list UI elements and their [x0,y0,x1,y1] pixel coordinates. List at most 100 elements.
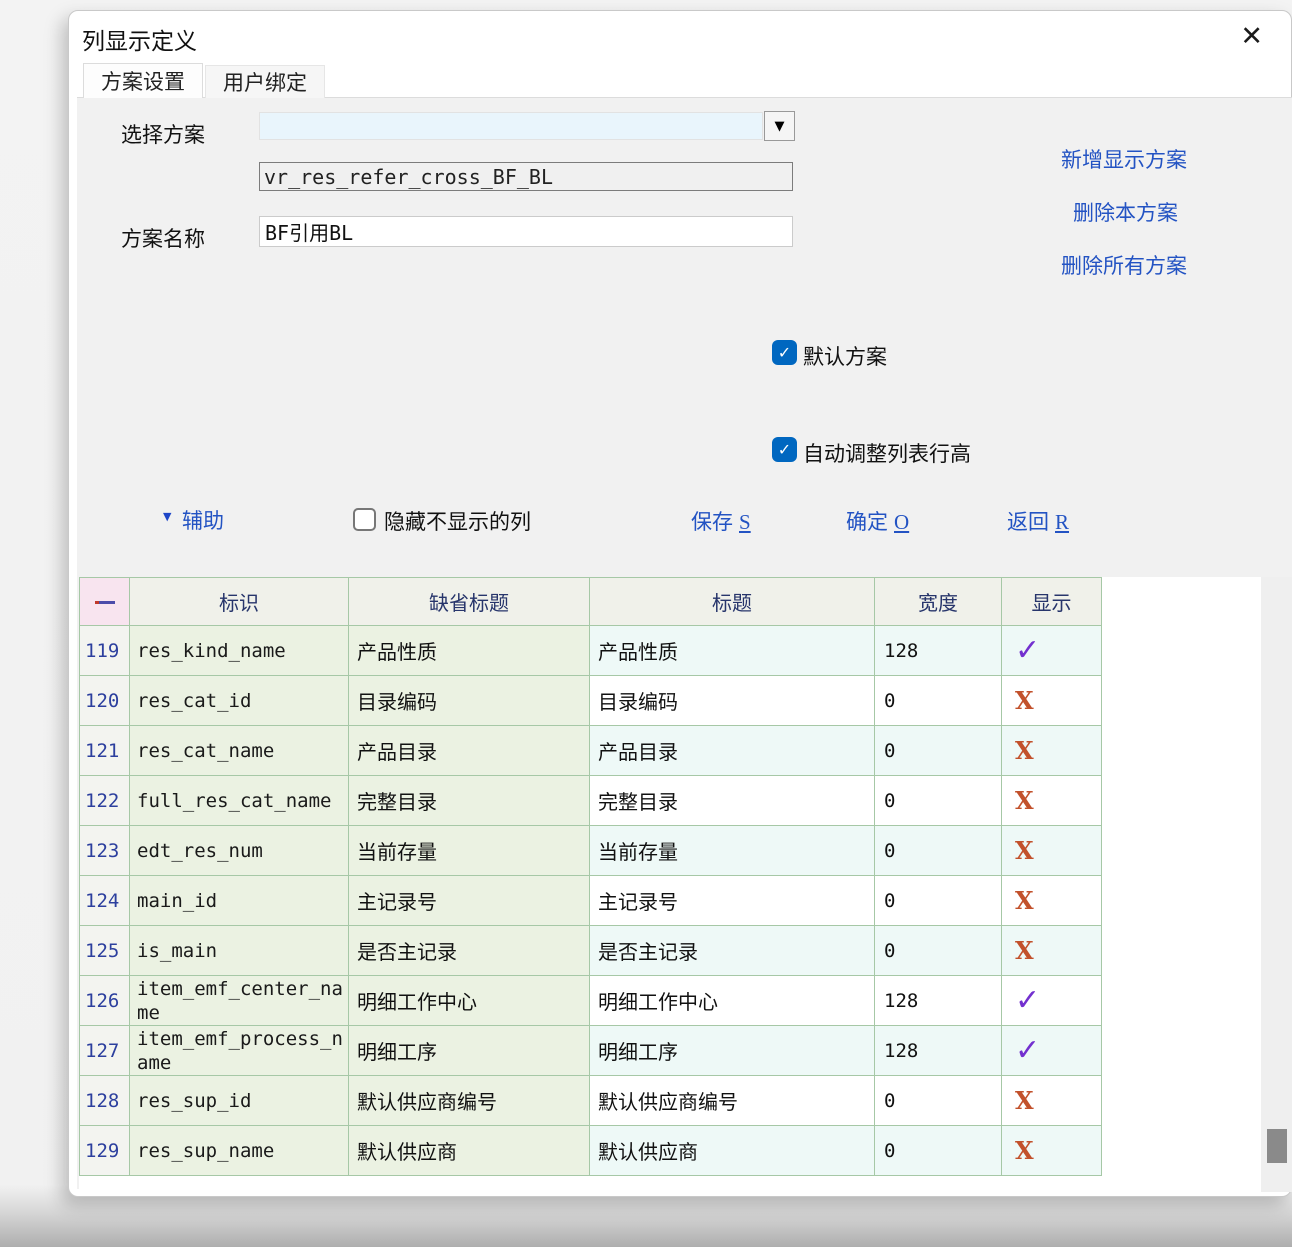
title-cell[interactable]: 主记录号 [590,876,875,926]
width-cell[interactable]: 0 [875,826,1002,876]
close-icon[interactable]: ✕ [1240,19,1263,55]
title-cell[interactable]: 明细工序 [590,1026,875,1076]
header-default-title[interactable]: 缺省标题 [349,578,590,626]
title-cell[interactable]: 默认供应商 [590,1126,875,1176]
visible-cell[interactable]: ✓ [1002,626,1102,676]
title-cell[interactable]: 产品目录 [590,726,875,776]
header-id[interactable]: 标识 [130,578,349,626]
table-row: 128 res_sup_id 默认供应商编号 默认供应商编号 0 X [80,1076,1102,1126]
scheme-combobox[interactable]: ▼ [259,111,795,141]
title-cell[interactable]: 默认供应商编号 [590,1076,875,1126]
width-cell[interactable]: 128 [875,626,1002,676]
visible-cell[interactable]: ✓ [1002,1026,1102,1076]
visible-cell[interactable]: X [1002,826,1102,876]
visible-cell[interactable]: X [1002,1126,1102,1176]
visible-cell[interactable]: X [1002,726,1102,776]
default-title-cell[interactable]: 明细工作中心 [349,976,590,1026]
visible-cell[interactable]: ✓ [1002,976,1102,1026]
table-row: 126 item_emf_center_name 明细工作中心 明细工作中心 1… [80,976,1102,1026]
width-cell[interactable]: 0 [875,776,1002,826]
aux-link[interactable]: 辅助 [182,505,224,535]
default-title-cell[interactable]: 完整目录 [349,776,590,826]
table-row: 124 main_id 主记录号 主记录号 0 X [80,876,1102,926]
default-title-cell[interactable]: 默认供应商 [349,1126,590,1176]
table-row: 125 is_main 是否主记录 是否主记录 0 X [80,926,1102,976]
row-number-cell[interactable]: 129 [80,1126,130,1176]
row-number-cell[interactable]: 126 [80,976,130,1026]
width-cell[interactable]: 128 [875,976,1002,1026]
column-id-cell[interactable]: res_sup_name [130,1126,349,1176]
ok-button[interactable]: 确定O [846,506,909,536]
vertical-scrollbar[interactable] [1261,577,1292,1192]
row-number-cell[interactable]: 119 [80,626,130,676]
width-cell[interactable]: 0 [875,876,1002,926]
add-scheme-link[interactable]: 新增显示方案 [1061,144,1187,174]
default-title-cell[interactable]: 主记录号 [349,876,590,926]
column-id-cell[interactable]: item_emf_process_name [130,1026,349,1076]
visible-cell[interactable]: X [1002,876,1102,926]
header-width[interactable]: 宽度 [875,578,1002,626]
width-cell[interactable]: 0 [875,726,1002,776]
title-cell[interactable]: 当前存量 [590,826,875,876]
column-id-cell[interactable]: is_main [130,926,349,976]
row-number-cell[interactable]: 125 [80,926,130,976]
title-cell[interactable]: 产品性质 [590,626,875,676]
width-cell[interactable]: 0 [875,676,1002,726]
row-number-cell[interactable]: 123 [80,826,130,876]
visible-cell[interactable]: X [1002,676,1102,726]
hide-columns-checkbox[interactable] [353,508,376,531]
row-number-cell[interactable]: 121 [80,726,130,776]
default-title-cell[interactable]: 明细工序 [349,1026,590,1076]
visible-mark-icon: X [1015,936,1034,965]
title-cell[interactable]: 目录编码 [590,676,875,726]
column-id-cell[interactable]: res_cat_name [130,726,349,776]
default-title-cell[interactable]: 目录编码 [349,676,590,726]
title-cell[interactable]: 完整目录 [590,776,875,826]
width-cell[interactable]: 0 [875,1126,1002,1176]
default-title-cell[interactable]: 是否主记录 [349,926,590,976]
row-number-cell[interactable]: 128 [80,1076,130,1126]
column-id-cell[interactable]: res_sup_id [130,1076,349,1126]
visible-cell[interactable]: X [1002,1076,1102,1126]
default-scheme-checkbox[interactable]: ✓ [772,340,797,365]
return-button[interactable]: 返回R [1007,506,1069,536]
default-title-cell[interactable]: 产品目录 [349,726,590,776]
table-row: 120 res_cat_id 目录编码 目录编码 0 X [80,676,1102,726]
delete-all-schemes-link[interactable]: 删除所有方案 [1061,250,1187,280]
visible-cell[interactable]: X [1002,776,1102,826]
title-cell[interactable]: 是否主记录 [590,926,875,976]
title-cell[interactable]: 明细工作中心 [590,976,875,1026]
column-id-cell[interactable]: main_id [130,876,349,926]
column-id-cell[interactable]: edt_res_num [130,826,349,876]
row-number-cell[interactable]: 120 [80,676,130,726]
scrollbar-thumb[interactable] [1267,1129,1287,1163]
collapse-all-header[interactable] [80,578,130,626]
tab-bar: 方案设置 用户绑定 [83,63,325,98]
width-cell[interactable]: 0 [875,926,1002,976]
row-number-cell[interactable]: 122 [80,776,130,826]
column-id-cell[interactable]: full_res_cat_name [130,776,349,826]
auto-row-height-checkbox[interactable]: ✓ [772,437,797,462]
scheme-name-input[interactable] [259,216,793,247]
column-id-cell[interactable]: res_cat_id [130,676,349,726]
scheme-combobox-dropdown-button[interactable]: ▼ [764,111,795,141]
row-number-cell[interactable]: 124 [80,876,130,926]
default-title-cell[interactable]: 产品性质 [349,626,590,676]
save-button[interactable]: 保存S [691,506,751,536]
delete-scheme-link[interactable]: 删除本方案 [1073,197,1178,227]
visible-mark-icon: X [1015,786,1034,815]
default-title-cell[interactable]: 当前存量 [349,826,590,876]
header-title[interactable]: 标题 [590,578,875,626]
header-visible[interactable]: 显示 [1002,578,1102,626]
tab-user-binding[interactable]: 用户绑定 [205,65,325,98]
scheme-combobox-value[interactable] [259,112,763,140]
column-id-cell[interactable]: item_emf_center_name [130,976,349,1026]
width-cell[interactable]: 0 [875,1076,1002,1126]
tab-scheme-settings[interactable]: 方案设置 [83,63,203,98]
default-title-cell[interactable]: 默认供应商编号 [349,1076,590,1126]
row-number-cell[interactable]: 127 [80,1026,130,1076]
column-id-cell[interactable]: res_kind_name [130,626,349,676]
width-cell[interactable]: 128 [875,1026,1002,1076]
column-display-dialog: 列显示定义 ✕ 方案设置 用户绑定 选择方案 ▼ vr_res_refer_cr… [68,10,1292,1197]
visible-cell[interactable]: X [1002,926,1102,976]
